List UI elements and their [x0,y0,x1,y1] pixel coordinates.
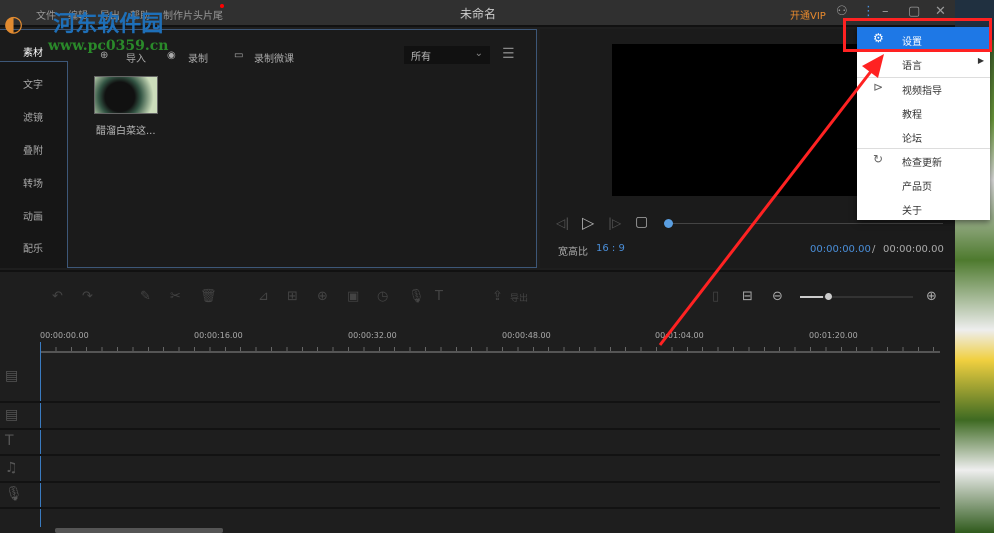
vip-button[interactable]: 开通VIP [790,7,826,22]
notification-dot [220,4,224,8]
freeze-icon[interactable]: ▣ [347,289,359,304]
media-name: 醋溜白菜这... [96,126,156,137]
zoom-slider-handle[interactable] [825,293,832,300]
text-to-speech-icon[interactable]: T [435,289,443,304]
highlight-box [843,18,992,52]
menu-item-label: 产品页 [902,182,932,193]
sidebar-item-transition[interactable]: 转场 [0,175,66,190]
duration-icon[interactable]: ◷ [377,289,388,304]
ruler-label: 00:01:20.00 [809,331,858,340]
filter-value: 所有 [411,52,431,63]
crop-icon[interactable]: ⊿ [258,289,269,304]
library-sidebar [0,61,68,268]
stop-icon[interactable]: ▢ [635,214,648,230]
voiceover-icon[interactable]: 🎙 [408,289,425,304]
sidebar-item-filter[interactable]: 滤镜 [0,109,66,124]
zoom-in-icon[interactable]: ⊕ [926,289,937,304]
menu-item-video-guide[interactable]: ⊳ 视频指导 [857,76,990,100]
ruler-label: 00:01:04.00 [655,331,704,340]
submenu-arrow-icon: ▶ [977,56,984,65]
zoom-slider[interactable] [800,296,913,298]
media-thumbnail[interactable] [94,76,158,114]
progress-track[interactable] [668,223,943,224]
mic-track-icon: 🎙 [5,486,23,502]
text-track[interactable]: T [0,430,940,456]
sidebar-item-overlay[interactable]: 叠附 [0,142,66,157]
music-track[interactable]: ♫ [0,456,940,483]
play-icon[interactable]: ▷ [582,213,594,232]
fit-icon[interactable]: ⊟ [742,289,753,304]
menu-item-label: 关于 [902,206,922,217]
export-button[interactable]: 导出 [510,291,528,304]
redo-icon[interactable]: ↷ [82,289,93,304]
menu-item-label: 语言 [902,61,922,72]
current-time: 00:00:00.00 [810,244,871,255]
ruler-label: 00:00:32.00 [348,331,397,340]
record-button[interactable]: 录制 [188,50,208,65]
mosaic-icon[interactable]: ⊕ [317,289,328,304]
menu-item-forum[interactable]: 论坛 [857,124,990,148]
ruler-label: 00:00:48.00 [502,331,551,340]
video-track-icon: ▤ [5,368,19,384]
close-button[interactable]: ✕ [935,4,946,19]
music-track-icon: ♫ [5,460,18,476]
total-time: 00:00:00.00 [883,244,944,255]
screen-record-icon[interactable]: ▭ [234,50,243,61]
record-course-button[interactable]: 录制微课 [254,50,294,65]
marker-icon[interactable]: ▯ [712,289,719,304]
cut-icon[interactable]: ✂ [170,289,181,304]
aspect-value[interactable]: 16 : 9 [596,243,625,254]
menu-item-check-update[interactable]: ↻ 检查更新 [857,148,990,172]
menu-item-language[interactable]: 语言 ▶ [857,51,990,75]
undo-icon[interactable]: ↶ [52,289,63,304]
text-track-icon: T [5,433,14,449]
ruler-label: 00:00:16.00 [194,331,243,340]
horizontal-scrollbar[interactable] [55,528,223,533]
chevron-down-icon: ⌄ [474,48,483,59]
menu-item-label: 教程 [902,110,922,121]
aspect-label: 宽高比 [558,247,588,258]
prev-frame-icon[interactable]: ◁| [556,216,569,230]
sidebar-item-animation[interactable]: 动画 [0,208,66,223]
overlay-track-icon: ▤ [5,407,19,423]
watermark-url: www.pc0359.cn [48,38,169,54]
edit-icon[interactable]: ✎ [140,289,151,304]
menu-item-product-page[interactable]: 产品页 [857,172,990,196]
minimize-button[interactable]: – [882,4,889,19]
delete-icon[interactable]: 🗑 [200,289,217,304]
progress-handle[interactable] [664,219,673,228]
menu-item-label: 视频指导 [902,86,942,97]
video-track[interactable]: ▤ [0,354,940,403]
window-title: 未命名 [460,7,497,21]
maximize-button[interactable]: ▢ [908,4,920,19]
time-separator: / [872,244,876,255]
zoom-slider-fill [800,296,823,298]
menu-item-label: 检查更新 [902,158,942,169]
settings-dropdown-menu: ⚙ 设置 语言 ▶ ⊳ 视频指导 教程 论坛 ↻ 检查更新 产品页 关于 [857,27,990,220]
menu-item-label: 论坛 [902,134,922,145]
watermark-icon: ◐ [4,11,24,37]
zoom-frame-icon[interactable]: ⊞ [287,289,298,304]
export-icon[interactable]: ⇪ [492,289,503,304]
refresh-icon: ↻ [873,152,884,166]
play-circle-icon: ⊳ [873,80,884,94]
next-frame-icon[interactable]: |▷ [608,216,621,230]
user-icon[interactable]: ⚇ [836,4,848,19]
zoom-out-icon[interactable]: ⊖ [772,289,783,304]
menu-item-about[interactable]: 关于 [857,196,990,220]
overlay-track[interactable]: ▤ [0,403,940,430]
time-ruler[interactable] [40,343,940,353]
more-menu-icon[interactable]: ⋮ [862,4,875,19]
sidebar-item-text[interactable]: 文字 [0,76,66,91]
sidebar-item-music[interactable]: 配乐 [0,240,66,255]
filter-select[interactable]: 所有 ⌄ [404,46,490,64]
watermark-logo: ◐ 河东软件园 www.pc0359.cn [4,6,168,54]
menu-item-tutorial[interactable]: 教程 [857,100,990,124]
ruler-label: 00:00:00.00 [40,331,89,340]
watermark-name: 河东软件园 [53,11,164,37]
list-view-icon[interactable]: ☰ [502,46,515,62]
menu-intro-outro[interactable]: 制作片头片尾 [163,7,223,22]
voice-track[interactable]: 🎙 [0,483,940,509]
